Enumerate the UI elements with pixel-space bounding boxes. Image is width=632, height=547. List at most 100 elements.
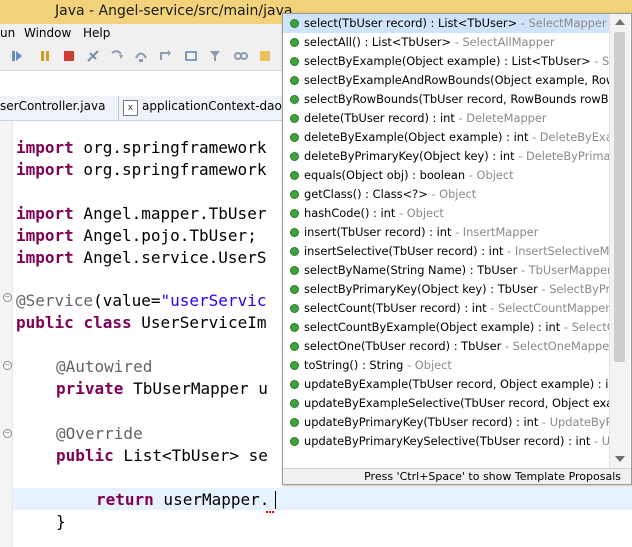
proposal-item[interactable]: updateByExampleSelective(TbUser record, … xyxy=(283,394,609,413)
public-method-icon xyxy=(290,19,299,28)
proposal-signature-text: selectByRowBounds(TbUser record, RowBoun… xyxy=(304,92,609,106)
tab-application-context-dao[interactable]: applicationContext-dao.x xyxy=(142,99,293,113)
menu-window[interactable]: Window xyxy=(24,26,71,40)
tab-user-controller[interactable]: serController.java xyxy=(0,99,105,113)
proposal-signature: selectCountByExample(Object example) : i… xyxy=(304,318,609,337)
proposal-item[interactable]: selectByPrimaryKey(Object key) : TbUser … xyxy=(283,280,609,299)
proposal-item[interactable]: deleteByPrimaryKey(Object key) : int - D… xyxy=(283,147,609,166)
proposal-signature-text: insert(TbUser record) : int xyxy=(304,225,452,239)
keyword: import xyxy=(16,204,74,223)
proposal-item[interactable]: getClass() : Class<?> - Object xyxy=(283,185,609,204)
proposal-signature-text: insertSelective(TbUser record) : int xyxy=(304,244,504,258)
proposal-list[interactable]: select(TbUser record) : List<TbUser> - S… xyxy=(283,14,609,468)
disconnect-icon[interactable] xyxy=(86,49,100,63)
proposal-item[interactable]: selectOne(TbUser record) : TbUser - Sele… xyxy=(283,337,609,356)
scroll-up-arrow-icon[interactable] xyxy=(615,19,625,25)
menu-help[interactable]: Help xyxy=(83,26,110,40)
code-line-import: import Angel.mapper.TbUser xyxy=(16,204,266,224)
proposal-signature-text: updateByExample(TbUser record, Object ex… xyxy=(304,377,609,391)
proposal-signature: selectCount(TbUser record) : int - Selec… xyxy=(304,299,609,318)
proposal-scrollbar[interactable] xyxy=(609,14,630,468)
keyword: import xyxy=(16,248,74,267)
proposal-item[interactable]: selectByExample(Object example) : List<T… xyxy=(283,52,609,71)
public-method-icon xyxy=(290,304,299,313)
fold-toggle-icon[interactable]: − xyxy=(3,361,12,370)
proposal-item[interactable]: selectByName(String Name) : TbUser - TbU… xyxy=(283,261,609,280)
proposal-source: - SelectAllMapper xyxy=(451,35,555,49)
use-step-filters-icon[interactable] xyxy=(208,49,222,63)
proposal-signature-text: getClass() : Class<?> xyxy=(304,187,428,201)
new-icon[interactable] xyxy=(258,49,272,63)
fold-toggle-icon[interactable]: − xyxy=(3,429,12,438)
keyword: import xyxy=(16,160,74,179)
proposal-item[interactable]: deleteByExample(Object example) : int - … xyxy=(283,128,609,147)
proposal-item[interactable]: selectAll() : List<TbUser> - SelectAllMa… xyxy=(283,33,609,52)
proposal-signature-text: selectByExampleAndRowBounds(Object examp… xyxy=(304,73,609,87)
proposal-item[interactable]: updateByPrimaryKey(TbUser record) : int … xyxy=(283,413,609,432)
proposal-item[interactable]: toString() : String - Object xyxy=(283,356,609,375)
proposal-source: - Object xyxy=(427,187,477,201)
proposal-signature: toString() : String - Object xyxy=(304,356,452,375)
proposal-source: - SelectMapper xyxy=(517,16,607,30)
proposal-signature: select(TbUser record) : List<TbUser> - S… xyxy=(304,14,607,33)
code-line-closing-brace: } xyxy=(56,512,66,532)
proposal-source: - DeleteMapper xyxy=(454,111,547,125)
drop-to-frame-icon[interactable] xyxy=(184,49,198,63)
proposal-item[interactable]: selectByRowBounds(TbUser record, RowBoun… xyxy=(283,90,609,109)
proposal-signature-text: updateByPrimaryKey(TbUser record) : int xyxy=(304,415,539,429)
keyword: private xyxy=(56,379,124,398)
proposal-signature: selectByPrimaryKey(Object key) : TbUser … xyxy=(304,280,609,299)
proposal-item[interactable]: hashCode() : int - Object xyxy=(283,204,609,223)
public-method-icon xyxy=(290,323,299,332)
code-line-service-annotation: @Service(value="userServic xyxy=(16,291,266,311)
proposal-signature-text: equals(Object obj) : boolean xyxy=(304,168,466,182)
step-into-icon[interactable] xyxy=(110,49,124,63)
resume-icon[interactable] xyxy=(38,49,52,63)
tab-divider xyxy=(118,96,119,120)
proposal-signature-text: selectByName(String Name) : TbUser xyxy=(304,263,518,277)
proposal-signature: insertSelective(TbUser record) : int - I… xyxy=(304,242,609,261)
proposal-item[interactable]: selectByExampleAndRowBounds(Object examp… xyxy=(283,71,609,90)
skip-breakpoints-icon[interactable] xyxy=(10,49,24,63)
public-method-icon xyxy=(290,76,299,85)
proposal-source: - TbUserMapper xyxy=(517,263,609,277)
content-assist-popup[interactable]: select(TbUser record) : List<TbUser> - S… xyxy=(282,13,632,485)
code-line-class-declaration: public class UserServiceIm xyxy=(16,313,266,333)
proposal-source: - DeleteByExample xyxy=(532,130,609,144)
link-icon[interactable] xyxy=(234,49,248,63)
proposal-item[interactable]: selectCount(TbUser record) : int - Selec… xyxy=(283,299,609,318)
step-return-icon[interactable] xyxy=(158,49,172,63)
public-method-icon xyxy=(290,285,299,294)
proposal-source: - SelectCour xyxy=(563,320,609,334)
public-method-icon xyxy=(290,190,299,199)
proposal-signature-text: delete(TbUser record) : int xyxy=(304,111,455,125)
proposal-source: - Object xyxy=(395,206,444,220)
proposal-item[interactable]: select(TbUser record) : List<TbUser> - S… xyxy=(283,14,609,33)
scroll-down-arrow-icon[interactable] xyxy=(615,456,625,462)
code-text: List<TbUser> se xyxy=(113,446,268,465)
menu-run[interactable]: un xyxy=(0,26,15,40)
code-text: userMapper. xyxy=(153,490,270,509)
proposal-signature: selectAll() : List<TbUser> - SelectAllMa… xyxy=(304,33,555,52)
scrollbar-thumb[interactable] xyxy=(614,32,625,362)
proposal-item[interactable]: insertSelective(TbUser record) : int - I… xyxy=(283,242,609,261)
proposal-item[interactable]: delete(TbUser record) : int - DeleteMapp… xyxy=(283,109,609,128)
terminate-icon[interactable] xyxy=(62,49,76,63)
code-line-import: import org.springframework xyxy=(16,138,266,158)
proposal-signature: delete(TbUser record) : int - DeleteMapp… xyxy=(304,109,547,128)
public-method-icon xyxy=(290,171,299,180)
step-over-icon[interactable] xyxy=(134,49,148,63)
proposal-item[interactable]: selectCountByExample(Object example) : i… xyxy=(283,318,609,337)
string-literal: "userServic xyxy=(160,291,267,310)
code-line-import: import Angel.pojo.TbUser; xyxy=(16,226,257,246)
proposal-item[interactable]: updateByPrimaryKeySelective(TbUser recor… xyxy=(283,432,609,451)
proposal-signature-text: updateByPrimaryKeySelective(TbUser recor… xyxy=(304,434,591,448)
proposal-signature-text: hashCode() : int xyxy=(304,206,396,220)
fold-toggle-icon[interactable]: − xyxy=(3,293,12,302)
proposal-item[interactable]: equals(Object obj) : boolean - Object xyxy=(283,166,609,185)
proposal-signature: equals(Object obj) : boolean - Object xyxy=(304,166,514,185)
public-method-icon xyxy=(290,266,299,275)
proposal-item[interactable]: insert(TbUser record) : int - InsertMapp… xyxy=(283,223,609,242)
proposal-item[interactable]: updateByExample(TbUser record, Object ex… xyxy=(283,375,609,394)
template-proposals-hint: Press 'Ctrl+Space' to show Template Prop… xyxy=(364,470,621,483)
